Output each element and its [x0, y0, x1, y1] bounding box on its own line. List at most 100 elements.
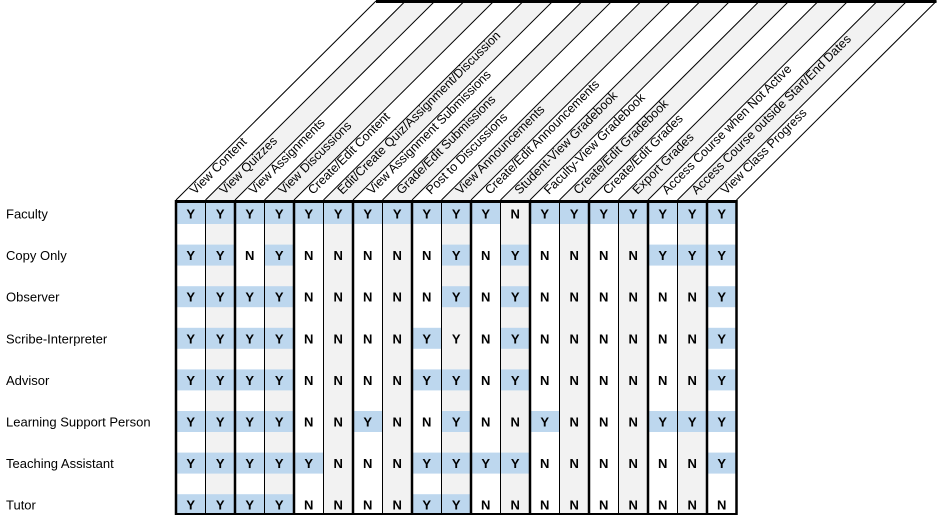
permission-cell: Y — [186, 456, 195, 471]
permission-cell: Y — [245, 290, 254, 305]
permission-cell: N — [481, 331, 490, 346]
permission-cell: N — [393, 248, 402, 263]
row-label-tutor: Tutor — [6, 498, 37, 513]
permission-cell: Y — [658, 248, 667, 263]
permission-cell: Y — [422, 456, 431, 471]
permission-cell: Y — [186, 373, 195, 388]
permission-cell: Y — [334, 207, 343, 222]
permission-cell: N — [570, 331, 579, 346]
permission-cell: Y — [275, 290, 284, 305]
permission-cell: N — [334, 373, 343, 388]
permission-cell: Y — [304, 456, 313, 471]
permission-cell: Y — [216, 248, 225, 263]
permission-cell: Y — [186, 498, 195, 513]
permission-cell: N — [334, 456, 343, 471]
permission-cell: Y — [452, 290, 461, 305]
permission-cell: N — [363, 248, 372, 263]
permission-cell: Y — [245, 207, 254, 222]
permission-cell: N — [717, 498, 726, 513]
permission-cell: N — [422, 248, 431, 263]
permission-cell: Y — [216, 290, 225, 305]
permission-cell: N — [688, 290, 697, 305]
permission-cell: Y — [245, 415, 254, 430]
permission-cell: Y — [216, 498, 225, 513]
permission-cell: N — [688, 373, 697, 388]
permission-cell: Y — [452, 415, 461, 430]
permission-cell: Y — [275, 207, 284, 222]
permission-cell: Y — [658, 415, 667, 430]
permission-cell: N — [599, 290, 608, 305]
permission-cell: N — [334, 331, 343, 346]
permission-cell: Y — [393, 207, 402, 222]
permission-cell: Y — [216, 207, 225, 222]
permission-cell: Y — [511, 373, 520, 388]
permission-cell: Y — [422, 207, 431, 222]
permission-cell: N — [658, 373, 667, 388]
permission-cell: N — [422, 415, 431, 430]
permission-cell: N — [629, 456, 638, 471]
permission-cell: Y — [186, 331, 195, 346]
permission-cell: N — [599, 373, 608, 388]
permission-cell: Y — [452, 207, 461, 222]
permission-cell: N — [334, 290, 343, 305]
permission-cell: N — [599, 248, 608, 263]
permission-cell: Y — [304, 207, 313, 222]
permission-cell: N — [570, 498, 579, 513]
row-label-faculty: Faculty — [6, 207, 48, 222]
permission-cell: Y — [363, 207, 372, 222]
permission-cell: Y — [186, 290, 195, 305]
permission-cell: Y — [275, 456, 284, 471]
permission-cell: N — [658, 498, 667, 513]
permission-cell: Y — [688, 248, 697, 263]
permission-cell: Y — [481, 456, 490, 471]
permission-cell: Y — [245, 331, 254, 346]
permission-cell: N — [540, 373, 549, 388]
permission-cell: N — [688, 331, 697, 346]
permission-cell: N — [363, 456, 372, 471]
permission-cell: Y — [245, 498, 254, 513]
permission-cell: N — [511, 207, 520, 222]
permission-cell: N — [245, 248, 254, 263]
permission-cell: N — [422, 290, 431, 305]
permission-cell: Y — [570, 207, 579, 222]
permission-cell: N — [304, 331, 313, 346]
permission-cell: Y — [540, 207, 549, 222]
permission-cell: Y — [216, 331, 225, 346]
permission-cell: Y — [717, 331, 726, 346]
permission-cell: N — [304, 290, 313, 305]
permission-cell: N — [629, 498, 638, 513]
permission-cell: N — [570, 373, 579, 388]
permission-cell: Y — [481, 207, 490, 222]
permission-cell: N — [304, 373, 313, 388]
permission-cell: N — [629, 331, 638, 346]
permission-cell: N — [334, 498, 343, 513]
permission-cell: Y — [275, 415, 284, 430]
permission-cell: N — [511, 415, 520, 430]
permission-cell: N — [393, 373, 402, 388]
permission-cell: N — [599, 498, 608, 513]
permission-cell: Y — [540, 415, 549, 430]
permission-cell: Y — [452, 331, 461, 346]
permission-cell: N — [363, 290, 372, 305]
permission-cell: Y — [422, 331, 431, 346]
permission-cell: Y — [186, 415, 195, 430]
permission-cell: N — [481, 248, 490, 263]
permission-cell: Y — [422, 498, 431, 513]
permission-cell: Y — [717, 248, 726, 263]
permission-cell: N — [393, 498, 402, 513]
permission-cell: N — [511, 498, 520, 513]
permission-cell: Y — [422, 373, 431, 388]
permission-cell: Y — [186, 207, 195, 222]
permission-cell: Y — [717, 290, 726, 305]
permission-cell: N — [334, 248, 343, 263]
permission-cell: Y — [511, 456, 520, 471]
permission-cell: N — [481, 498, 490, 513]
permission-cell: N — [599, 331, 608, 346]
permission-cell: N — [304, 248, 313, 263]
permission-cell: N — [393, 331, 402, 346]
permission-cell: Y — [452, 248, 461, 263]
permission-cell: Y — [275, 498, 284, 513]
permission-cell: N — [393, 415, 402, 430]
permission-cell: N — [658, 456, 667, 471]
permission-cell: Y — [599, 207, 608, 222]
